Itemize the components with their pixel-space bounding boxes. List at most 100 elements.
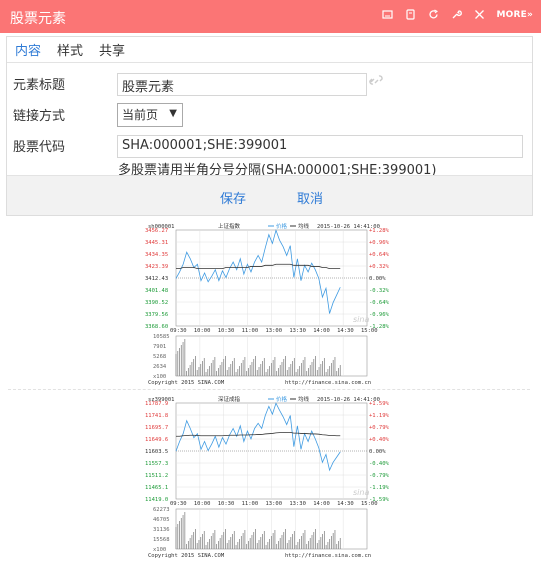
stock-name-text: 上证指数 bbox=[218, 222, 241, 230]
x-tick-label: 15:00 bbox=[361, 328, 378, 334]
x-tick-label: 09:30 bbox=[170, 501, 187, 507]
avg-series-line bbox=[176, 431, 341, 437]
sina-watermark: sina bbox=[353, 488, 369, 497]
link-icon[interactable] bbox=[369, 74, 383, 89]
stock-chart-svg: sh000001 上证指数 价格 均线 2015-10-26 14:41:003456.… bbox=[145, 222, 390, 386]
source-text: http://finance.sina.com.cn bbox=[285, 553, 371, 559]
stock-chart-sh000001: sh000001 上证指数 价格 均线 2015-10-26 14:41:00 3456.… bbox=[145, 222, 397, 386]
x-tick-label: 13:30 bbox=[289, 501, 306, 507]
minimize-icon[interactable] bbox=[381, 9, 393, 20]
y-tick-label-right: -0.79% bbox=[369, 473, 390, 479]
y-tick-label-right: -1.19% bbox=[369, 485, 390, 491]
form-footer: 保存 取消 bbox=[7, 175, 532, 215]
copyright-text: Copyright 2015 SINA.COM bbox=[148, 380, 225, 386]
x-tick-label: 13:00 bbox=[266, 328, 283, 334]
y-tick-label-left: 11465.1 bbox=[145, 485, 168, 491]
volume-tick-label: 5268 bbox=[153, 354, 166, 360]
y-tick-label-left: 11741.8 bbox=[145, 413, 168, 419]
legend-avg-text: 均线 bbox=[298, 222, 310, 230]
stock-code-label: 股票代码 bbox=[13, 140, 66, 155]
y-tick-label-left: 3434.35 bbox=[145, 252, 168, 258]
settings-icon[interactable] bbox=[451, 9, 462, 20]
y-tick-label-right: +0.64% bbox=[369, 252, 390, 258]
link-mode-select[interactable]: 当前页 ▼ bbox=[117, 103, 183, 127]
window-titlebar: 股票元素 MORE» bbox=[0, 0, 541, 33]
element-title-input[interactable]: 股票元素 bbox=[117, 73, 367, 96]
y-tick-label-right: -0.64% bbox=[369, 300, 390, 306]
save-button[interactable]: 保存 bbox=[220, 188, 246, 207]
y-tick-label-right: +0.96% bbox=[369, 240, 390, 246]
volume-tick-label: 62273 bbox=[153, 507, 170, 513]
y-tick-label-right: +1.59% bbox=[369, 401, 390, 407]
price-series-line bbox=[175, 228, 341, 314]
volume-tick-label: 31136 bbox=[153, 527, 170, 533]
link-mode-value: 当前页 bbox=[122, 108, 159, 122]
more-button[interactable]: MORE» bbox=[497, 10, 534, 20]
x-tick-label: 13:00 bbox=[266, 501, 283, 507]
window-title: 股票元素 bbox=[10, 11, 66, 27]
y-tick-label-right: -0.40% bbox=[369, 461, 390, 467]
y-tick-label-left: 3445.31 bbox=[145, 240, 168, 246]
y-tick-label-right: 0.00% bbox=[369, 276, 386, 282]
link-mode-label: 链接方式 bbox=[13, 109, 66, 124]
y-tick-label-right: +0.79% bbox=[369, 425, 390, 431]
avg-series-line bbox=[176, 263, 341, 270]
y-tick-label-right: -0.96% bbox=[369, 312, 390, 318]
x-tick-label: 15:00 bbox=[361, 501, 378, 507]
sina-watermark: sina bbox=[353, 315, 369, 324]
cancel-button[interactable]: 取消 bbox=[297, 188, 323, 207]
y-tick-label-left: 3368.60 bbox=[145, 324, 168, 330]
x-tick-label: 14:00 bbox=[313, 501, 330, 507]
x-tick-label: 13:30 bbox=[289, 328, 306, 334]
chevron-down-icon: ▼ bbox=[169, 108, 177, 119]
x-tick-label: 14:00 bbox=[313, 328, 330, 334]
price-series-line bbox=[175, 402, 341, 472]
element-settings-panel: 内容 样式 共享 元素标题 股票元素 链接方式 当前页 ▼ 股票代码 SHA:0… bbox=[6, 36, 533, 216]
volume-tick-label: 15568 bbox=[153, 537, 170, 543]
volume-tick-label: 10585 bbox=[153, 334, 170, 340]
divider bbox=[8, 389, 530, 390]
x-tick-label: 14:30 bbox=[337, 501, 354, 507]
y-tick-label-right: +1.28% bbox=[369, 228, 390, 234]
y-tick-label-right: +0.32% bbox=[369, 264, 390, 270]
y-tick-label-left: 11557.3 bbox=[145, 461, 168, 467]
y-tick-label-left: 11511.2 bbox=[145, 473, 168, 479]
x-tick-label: 11:00 bbox=[242, 501, 259, 507]
x-tick-label: 10:00 bbox=[194, 501, 211, 507]
stock-code-input[interactable]: SHA:000001;SHE:399001 bbox=[117, 135, 523, 158]
tab-bar: 内容 样式 共享 bbox=[7, 37, 532, 63]
y-tick-label-left: 11649.6 bbox=[145, 437, 168, 443]
window-toolbar: MORE» bbox=[381, 9, 534, 20]
source-text: http://finance.sina.com.cn bbox=[285, 380, 371, 386]
x-tick-label: 10:30 bbox=[218, 328, 235, 334]
tab-content[interactable]: 内容 bbox=[15, 40, 41, 59]
y-tick-label-left: 3456.27 bbox=[145, 228, 168, 234]
y-tick-label-left: 11787.9 bbox=[145, 401, 168, 407]
x-tick-label: 10:00 bbox=[194, 328, 211, 334]
y-tick-label-right: -0.32% bbox=[369, 288, 390, 294]
stock-chart-sz399001: sz399001 深证成指 价格 均线 2015-10-26 14:41:00 11787… bbox=[145, 395, 397, 559]
volume-tick-label: 46705 bbox=[153, 517, 170, 523]
y-tick-label-left: 11695.7 bbox=[145, 425, 168, 431]
close-icon[interactable] bbox=[474, 9, 485, 20]
x-tick-label: 09:30 bbox=[170, 328, 187, 334]
tab-share[interactable]: 共享 bbox=[99, 40, 125, 59]
legend-price-text: 价格 bbox=[276, 222, 288, 230]
y-tick-label-left: 3379.56 bbox=[145, 312, 168, 318]
tab-style[interactable]: 样式 bbox=[57, 40, 83, 59]
y-tick-label-left: 3401.48 bbox=[145, 288, 168, 294]
x-tick-label: 14:30 bbox=[337, 328, 354, 334]
stock-chart-svg: sz399001 深证成指 价格 均线 2015-10-26 14:41:0011787… bbox=[145, 395, 390, 559]
volume-tick-label: 2634 bbox=[153, 364, 167, 370]
y-tick-label-left: 11419.0 bbox=[145, 497, 168, 503]
stock-name-text: 深证成指 bbox=[218, 395, 241, 403]
copy-icon[interactable] bbox=[405, 9, 416, 20]
refresh-icon[interactable] bbox=[428, 9, 439, 20]
y-tick-label-left: 11603.5 bbox=[145, 449, 168, 455]
y-tick-label-right: 0.00% bbox=[369, 449, 386, 455]
y-tick-label-right: +0.40% bbox=[369, 437, 390, 443]
x-tick-label: 11:00 bbox=[242, 328, 259, 334]
y-tick-label-left: 3423.39 bbox=[145, 264, 168, 270]
legend-avg-text: 均线 bbox=[298, 395, 310, 403]
y-tick-label-left: 3390.52 bbox=[145, 300, 168, 306]
